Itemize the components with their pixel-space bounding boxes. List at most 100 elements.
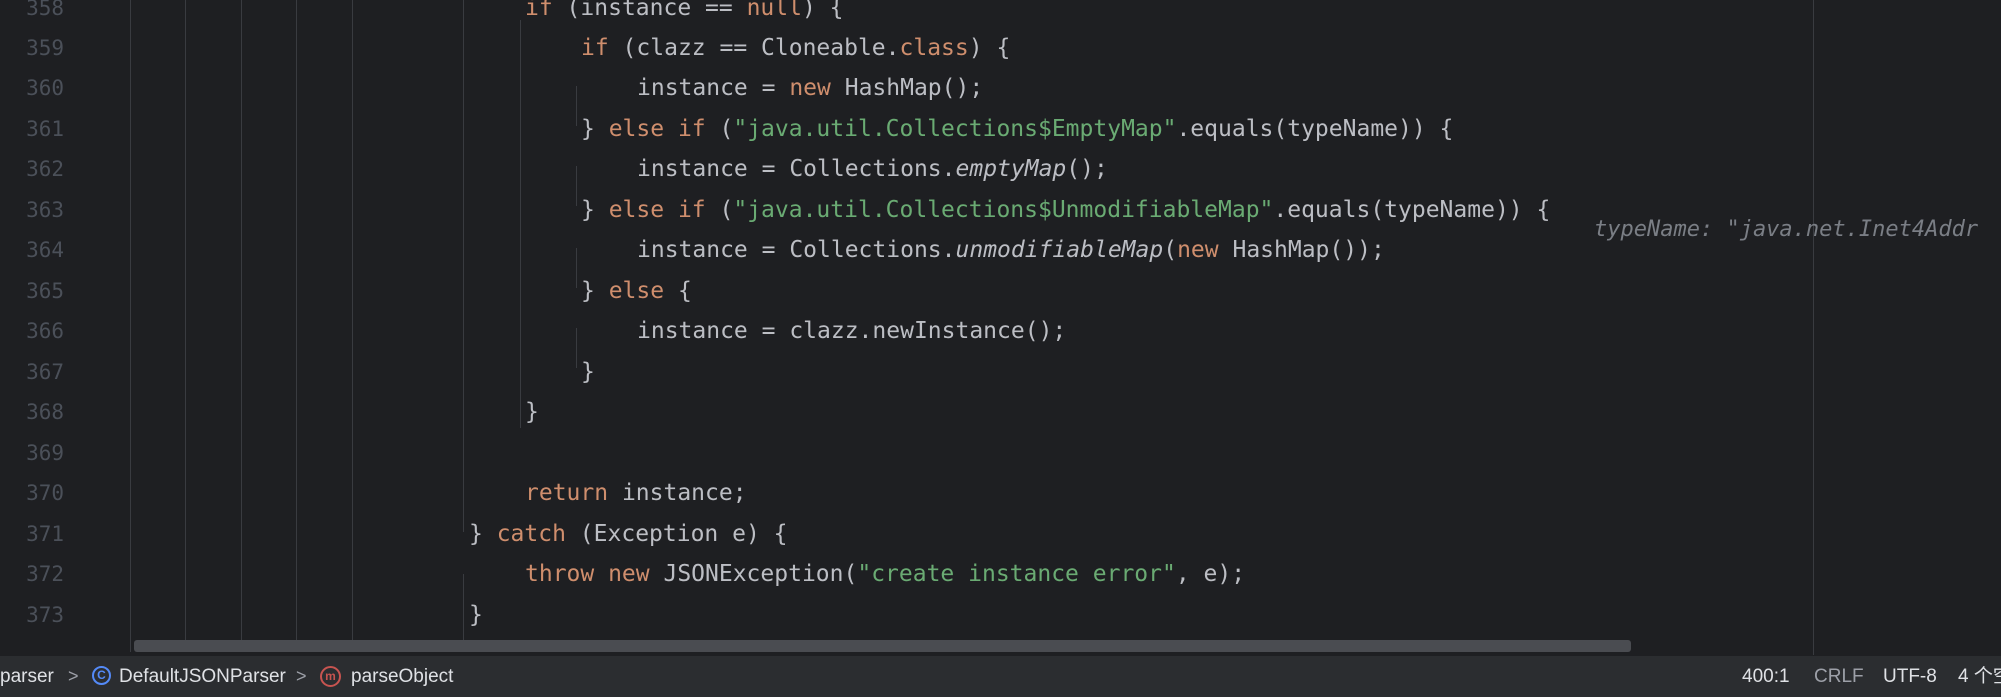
breadcrumb-method[interactable]: parseObject	[351, 656, 453, 697]
indent-guide	[130, 0, 131, 652]
code-token: instance = Collections.	[637, 156, 956, 182]
indent-guide	[241, 0, 242, 652]
keyword-token: new	[1177, 237, 1219, 263]
line-number[interactable]: 358	[0, 0, 64, 28]
line-number[interactable]: 362	[0, 149, 64, 189]
code-line[interactable]: } else {	[581, 271, 692, 311]
keyword-token: if	[581, 35, 609, 61]
keyword-token: if	[525, 0, 553, 21]
file-encoding[interactable]: UTF-8	[1883, 656, 1937, 697]
indent-guide	[296, 0, 297, 652]
breadcrumb-class[interactable]: DefaultJSONParser	[119, 656, 286, 697]
code-line[interactable]: } else if ("java.util.Collections$EmptyM…	[581, 109, 1453, 149]
status-bar: parser > C DefaultJSONParser > m parseOb…	[0, 655, 2001, 697]
code-token: ) {	[968, 35, 1011, 61]
indent-guide	[576, 248, 577, 288]
line-number[interactable]: 369	[0, 433, 64, 473]
code-token: .equals(typeName)) {	[1273, 197, 1551, 223]
code-line[interactable]: instance = clazz.newInstance();	[637, 311, 1066, 351]
code-editor[interactable]: 358 359 360 361 362 363 364 365 366 367 368 369 370 3…	[0, 0, 2001, 655]
breadcrumb-separator: >	[296, 666, 307, 686]
keyword-token: else	[608, 278, 665, 304]
code-token: instance = Collections.	[637, 237, 956, 263]
indent-guide	[463, 0, 464, 532]
code-token: (instance ==	[552, 0, 747, 21]
indent-guide	[576, 86, 577, 126]
debugger-inlay-hint: typeName: "java.net.Inet4Addr	[1594, 217, 1979, 242]
line-number[interactable]: 359	[0, 28, 64, 68]
code-line[interactable]: }	[581, 352, 595, 392]
line-number[interactable]: 361	[0, 109, 64, 149]
code-token: HashMap();	[830, 75, 984, 101]
keyword-token: return	[525, 480, 609, 506]
keyword-token: else if	[608, 116, 706, 142]
code-line[interactable]: throw new JSONException("create instance…	[525, 554, 1245, 594]
code-token: JSONException(	[649, 561, 858, 587]
code-token: ();	[1066, 156, 1108, 182]
line-number[interactable]: 372	[0, 554, 64, 594]
keyword-token: catch	[496, 521, 566, 547]
keyword-token: throw new	[525, 561, 650, 587]
code-token: }	[581, 116, 609, 142]
line-number-gutter[interactable]: 358 359 360 361 362 363 364 365 366 367 368 369 370 3…	[0, 0, 100, 655]
class-icon: C	[92, 666, 111, 685]
code-line[interactable]: if (clazz == Cloneable.class) {	[581, 28, 1010, 68]
code-token: (Exception e) {	[565, 521, 788, 547]
string-token: "java.util.Collections$UnmodifiableMap"	[733, 197, 1274, 223]
method-call-token: unmodifiableMap	[955, 237, 1164, 263]
line-number[interactable]: 373	[0, 595, 64, 635]
line-number[interactable]: 365	[0, 271, 64, 311]
code-token: }	[581, 197, 609, 223]
indent-guide	[352, 0, 353, 652]
code-line[interactable]: instance = Collections.emptyMap();	[637, 149, 1108, 189]
keyword-token: class	[899, 35, 969, 61]
line-number[interactable]: 370	[0, 473, 64, 513]
code-token: HashMap());	[1218, 237, 1385, 263]
breadcrumb-package[interactable]: parser	[0, 656, 54, 697]
code-token: }	[581, 359, 595, 385]
code-token: , e);	[1175, 561, 1246, 587]
string-token: "java.util.Collections$EmptyMap"	[733, 116, 1177, 142]
code-line[interactable]: }	[469, 595, 483, 635]
keyword-token: null	[746, 0, 802, 21]
indent-guide	[576, 328, 577, 368]
line-number[interactable]: 371	[0, 514, 64, 554]
indent-setting[interactable]: 4 个空格	[1958, 656, 2001, 697]
method-call-token: emptyMap	[955, 156, 1067, 182]
line-number[interactable]: 367	[0, 352, 64, 392]
code-line[interactable]: instance = Collections.unmodifiableMap(n…	[637, 230, 1385, 270]
code-line[interactable]: return instance;	[525, 473, 747, 513]
code-token: {	[664, 278, 692, 304]
line-ending[interactable]: CRLF	[1814, 656, 1864, 697]
code-token: }	[469, 602, 483, 628]
code-token: }	[525, 399, 539, 425]
line-number[interactable]: 364	[0, 230, 64, 270]
code-token: }	[469, 521, 497, 547]
code-token: instance =	[637, 75, 790, 101]
line-number[interactable]: 360	[0, 68, 64, 108]
string-token: "create instance error"	[857, 561, 1176, 587]
code-line[interactable]: } else if ("java.util.Collections$Unmodi…	[581, 190, 1550, 230]
horizontal-scrollbar[interactable]	[134, 640, 1631, 652]
line-number[interactable]: 363	[0, 190, 64, 230]
code-line[interactable]: } catch (Exception e) {	[469, 514, 788, 554]
code-token: instance;	[608, 480, 747, 506]
breadcrumb-separator: >	[68, 666, 79, 686]
indent-guide	[185, 0, 186, 652]
code-token: }	[581, 278, 609, 304]
line-number[interactable]: 366	[0, 311, 64, 351]
keyword-token: else if	[608, 197, 706, 223]
code-line[interactable]: instance = new HashMap();	[637, 68, 983, 108]
code-line[interactable]: }	[525, 392, 539, 432]
code-token: ) {	[801, 0, 844, 21]
indent-guide	[520, 20, 521, 428]
indent-guide	[576, 166, 577, 206]
code-line[interactable]: if (instance == null) {	[525, 0, 844, 28]
line-number[interactable]: 368	[0, 392, 64, 432]
code-token: (	[705, 197, 734, 223]
method-icon: m	[320, 666, 341, 687]
code-token: (clazz == Cloneable.	[608, 35, 900, 61]
code-token: instance = clazz.newInstance();	[637, 318, 1067, 344]
caret-position[interactable]: 400:1	[1742, 656, 1790, 697]
code-token: .equals(typeName)) {	[1176, 116, 1454, 142]
